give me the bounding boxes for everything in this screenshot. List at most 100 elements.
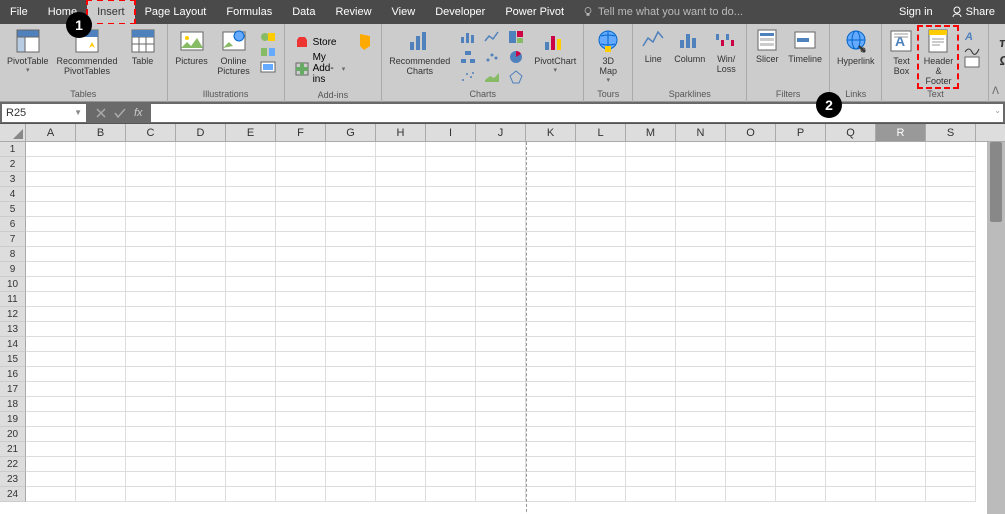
cell[interactable] xyxy=(76,217,126,232)
cell[interactable] xyxy=(176,442,226,457)
cell[interactable] xyxy=(76,142,126,157)
cell[interactable] xyxy=(276,487,326,502)
cell[interactable] xyxy=(326,292,376,307)
cell[interactable] xyxy=(826,217,876,232)
cell[interactable] xyxy=(776,472,826,487)
cell[interactable] xyxy=(276,172,326,187)
cell[interactable] xyxy=(676,442,726,457)
pivotchart-button[interactable]: PivotChart▾ xyxy=(531,26,579,76)
cell[interactable] xyxy=(826,262,876,277)
name-box[interactable]: R25 ▼ xyxy=(2,104,86,122)
cell[interactable] xyxy=(376,382,426,397)
cell[interactable] xyxy=(776,427,826,442)
cell[interactable] xyxy=(276,142,326,157)
cell[interactable] xyxy=(776,217,826,232)
cell[interactable] xyxy=(676,142,726,157)
cell[interactable] xyxy=(626,442,676,457)
row-header-7[interactable]: 7 xyxy=(0,232,26,247)
cell[interactable] xyxy=(276,397,326,412)
cell[interactable] xyxy=(126,367,176,382)
cell[interactable] xyxy=(426,352,476,367)
cell[interactable] xyxy=(626,172,676,187)
cell[interactable] xyxy=(276,202,326,217)
wordart-icon[interactable]: A xyxy=(964,30,980,42)
cell[interactable] xyxy=(826,472,876,487)
cell[interactable] xyxy=(726,307,776,322)
cell[interactable] xyxy=(676,292,726,307)
row-header-2[interactable]: 2 xyxy=(0,157,26,172)
cell[interactable] xyxy=(426,397,476,412)
cell[interactable] xyxy=(126,442,176,457)
cell[interactable] xyxy=(826,382,876,397)
cell[interactable] xyxy=(826,187,876,202)
row-header-6[interactable]: 6 xyxy=(0,217,26,232)
cell[interactable] xyxy=(126,187,176,202)
cell[interactable] xyxy=(226,277,276,292)
cell[interactable] xyxy=(426,277,476,292)
cell[interactable] xyxy=(426,292,476,307)
cell[interactable] xyxy=(276,292,326,307)
cell[interactable] xyxy=(576,367,626,382)
cell[interactable] xyxy=(626,202,676,217)
cell[interactable] xyxy=(726,367,776,382)
cell[interactable] xyxy=(376,487,426,502)
cell[interactable] xyxy=(826,442,876,457)
cell[interactable] xyxy=(76,352,126,367)
cancel-icon[interactable] xyxy=(96,108,106,118)
cell[interactable] xyxy=(176,472,226,487)
cell[interactable] xyxy=(26,472,76,487)
cell[interactable] xyxy=(676,157,726,172)
cell[interactable] xyxy=(576,277,626,292)
cell[interactable] xyxy=(426,202,476,217)
shapes-icon[interactable] xyxy=(260,30,276,44)
cell[interactable] xyxy=(226,292,276,307)
column-header-R[interactable]: R xyxy=(876,124,926,141)
cell[interactable] xyxy=(826,397,876,412)
surface-chart-button[interactable] xyxy=(481,68,503,86)
tab-formulas[interactable]: Formulas xyxy=(216,0,282,24)
tab-power-pivot[interactable]: Power Pivot xyxy=(495,0,574,24)
cell[interactable] xyxy=(26,202,76,217)
cell[interactable] xyxy=(426,142,476,157)
cell[interactable] xyxy=(376,442,426,457)
cell[interactable] xyxy=(876,172,926,187)
cell[interactable] xyxy=(126,457,176,472)
cell[interactable] xyxy=(26,442,76,457)
sign-in[interactable]: Sign in xyxy=(891,6,941,18)
cell[interactable] xyxy=(726,232,776,247)
pie-chart-button[interactable] xyxy=(505,48,527,66)
namebox-dropdown-icon[interactable]: ▼ xyxy=(74,108,82,117)
cell[interactable] xyxy=(676,412,726,427)
cell[interactable] xyxy=(876,292,926,307)
cell[interactable] xyxy=(926,427,976,442)
cell[interactable] xyxy=(276,277,326,292)
cell[interactable] xyxy=(526,172,576,187)
cell[interactable] xyxy=(26,352,76,367)
cell[interactable] xyxy=(676,247,726,262)
row-header-18[interactable]: 18 xyxy=(0,397,26,412)
cell[interactable] xyxy=(926,262,976,277)
cell[interactable] xyxy=(526,277,576,292)
cell[interactable] xyxy=(326,382,376,397)
cell[interactable] xyxy=(476,442,526,457)
cell[interactable] xyxy=(676,337,726,352)
cell[interactable] xyxy=(526,202,576,217)
cell[interactable] xyxy=(926,157,976,172)
column-header-J[interactable]: J xyxy=(476,124,526,141)
cell[interactable] xyxy=(376,352,426,367)
column-header-Q[interactable]: Q xyxy=(826,124,876,141)
cell[interactable] xyxy=(626,187,676,202)
cell[interactable] xyxy=(876,142,926,157)
treemap-button[interactable] xyxy=(505,28,527,46)
cell[interactable] xyxy=(526,487,576,502)
cell[interactable] xyxy=(526,442,576,457)
cell[interactable] xyxy=(276,262,326,277)
row-header-9[interactable]: 9 xyxy=(0,262,26,277)
cell[interactable] xyxy=(526,187,576,202)
cell[interactable] xyxy=(826,247,876,262)
cell[interactable] xyxy=(726,172,776,187)
cell[interactable] xyxy=(126,157,176,172)
cell[interactable] xyxy=(926,367,976,382)
cell[interactable] xyxy=(76,472,126,487)
cell[interactable] xyxy=(726,472,776,487)
